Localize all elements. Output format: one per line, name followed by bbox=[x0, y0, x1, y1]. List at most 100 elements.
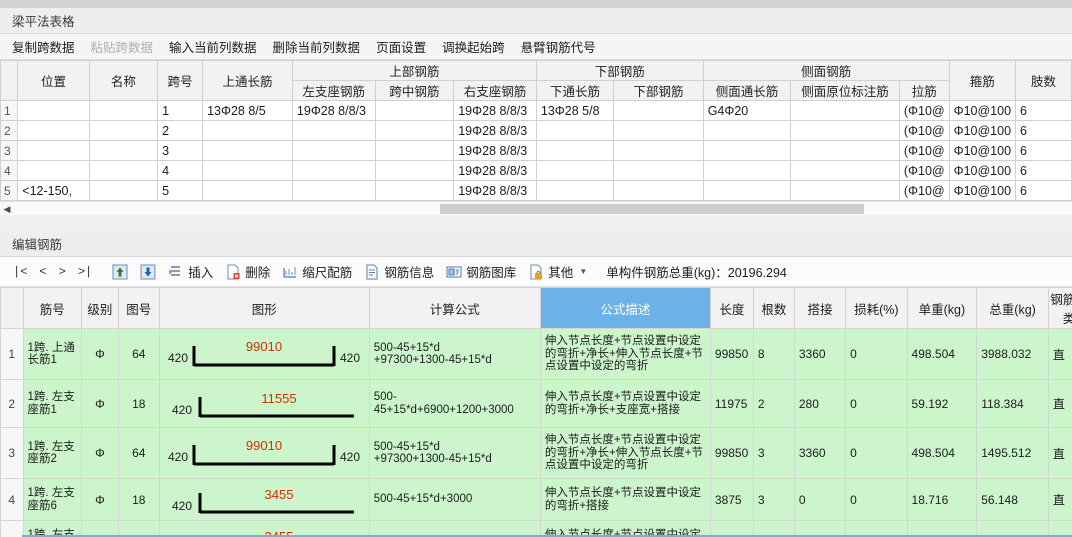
rebar-shape-diagram[interactable]: 420 11555 bbox=[158, 379, 370, 428]
beam-cell-名称[interactable] bbox=[88, 100, 159, 121]
beam-cell-跨号[interactable]: 5 bbox=[157, 180, 204, 201]
rebar-cell-计算公式[interactable]: 500-45+15*d+3000 bbox=[368, 478, 541, 521]
beam-cell-肢数[interactable]: 6 bbox=[1015, 180, 1072, 201]
nav-button-1[interactable]: < bbox=[34, 263, 51, 281]
rebar-cell-钢筋归类[interactable]: 直 bbox=[1047, 328, 1072, 380]
rebar-cell-总重(kg)[interactable]: 56.148 bbox=[976, 478, 1049, 521]
rebar-cell-单重(kg)[interactable]: 498.504 bbox=[906, 328, 978, 380]
toolbar-button-缩尺配筋[interactable]: 缩尺配筋 bbox=[277, 260, 357, 283]
beam-cell-箍筋[interactable]: Φ10@100 bbox=[948, 100, 1017, 121]
beam-cell-下通长筋[interactable] bbox=[535, 180, 615, 201]
beam-row-number[interactable]: 1 bbox=[0, 100, 19, 121]
rebar-cell-计算公式[interactable]: 500-45+15*d+6900+1200+3000 bbox=[368, 379, 541, 428]
toolbar-button-删除[interactable]: 删除 bbox=[220, 260, 275, 283]
beam-cell-侧面原位标注筋[interactable] bbox=[790, 180, 900, 201]
rebar-shape-diagram[interactable]: 420 420 99010 bbox=[158, 328, 370, 380]
beam-cell-肢数[interactable]: 6 bbox=[1015, 160, 1072, 181]
scroll-left-arrow-icon[interactable]: ◀ bbox=[1, 203, 13, 215]
beam-cell-肢数[interactable]: 6 bbox=[1015, 140, 1072, 161]
beam-col-header-下部钢筋[interactable]: 下部钢筋 bbox=[613, 80, 704, 101]
beam-cell-拉筋[interactable]: (Φ10@ bbox=[898, 180, 950, 201]
beam-cell-下部钢筋[interactable] bbox=[613, 160, 704, 181]
toolbar-button-插入[interactable]: 插入 bbox=[163, 260, 218, 283]
beam-col-header-跨号[interactable]: 跨号 bbox=[157, 60, 204, 101]
beam-cell-拉筋[interactable]: (Φ10@ bbox=[898, 160, 950, 181]
beam-col-header-左支座钢筋[interactable]: 左支座钢筋 bbox=[291, 80, 376, 101]
toolbar-button-钢筋信息[interactable]: 钢筋信息 bbox=[359, 260, 439, 283]
beam-cell-侧面通长筋[interactable] bbox=[702, 140, 792, 161]
beam-col-header-上通长筋[interactable]: 上通长筋 bbox=[202, 60, 293, 101]
rebar-cell-钢筋归类[interactable]: 直 bbox=[1047, 427, 1072, 479]
beam-cell-肢数[interactable]: 6 bbox=[1015, 100, 1072, 121]
rebar-table-row[interactable]: 4 1跨. 左支座筋6 Φ 18 420 3455 500-45+15*d+3000 伸入节点… bbox=[0, 478, 1072, 521]
rebar-cell-筋号[interactable]: 1跨. 上通长筋1 bbox=[22, 328, 82, 380]
rebar-cell-损耗(%)[interactable]: 0 bbox=[845, 478, 908, 521]
beam-table-row[interactable]: 2 2 19Φ28 8/8/3 (Φ10@ Φ10@100 6 bbox=[0, 120, 1072, 141]
beam-cell-右支座钢筋[interactable]: 19Φ28 8/8/3 bbox=[453, 100, 537, 121]
beam-cell-侧面通长筋[interactable] bbox=[702, 160, 792, 181]
beam-col-header-名称[interactable]: 名称 bbox=[88, 60, 159, 101]
rebar-cell-单重(kg)[interactable]: 18.716 bbox=[906, 478, 978, 521]
beam-row-number[interactable]: 3 bbox=[0, 140, 19, 161]
beam-cell-下通长筋[interactable] bbox=[535, 120, 615, 141]
beam-cell-下通长筋[interactable]: 13Φ28 5/8 bbox=[535, 100, 615, 121]
beam-cell-右支座钢筋[interactable]: 19Φ28 8/8/3 bbox=[453, 160, 537, 181]
beam-cell-跨号[interactable]: 1 bbox=[157, 100, 204, 121]
beam-cell-箍筋[interactable]: Φ10@100 bbox=[948, 180, 1017, 201]
beam-row-number[interactable]: 4 bbox=[0, 160, 19, 181]
rebar-cell-图号[interactable]: 18 bbox=[117, 478, 160, 521]
rebar-row-number[interactable]: 2 bbox=[0, 379, 24, 428]
rebar-col-header-公式描述[interactable]: 公式描述 bbox=[539, 287, 711, 329]
rebar-shape-diagram[interactable]: 420 420 99010 bbox=[158, 427, 370, 479]
rebar-toolbar[interactable]: |< < > >| 插入 删除 缩尺配筋 钢筋信息 钢筋图库 其他 ▼ 单构件钢筋总重(kg)：201… bbox=[0, 257, 1072, 287]
rebar-cell-图号[interactable]: 64 bbox=[117, 427, 160, 479]
rebar-cell-级别[interactable]: Φ bbox=[80, 478, 119, 521]
beam-cell-跨中钢筋[interactable] bbox=[374, 140, 455, 161]
nav-button-3[interactable]: >| bbox=[73, 263, 97, 281]
rebar-table-row[interactable]: 2 1跨. 左支座筋1 Φ 18 420 11555 500-45+15*d+6900+12… bbox=[0, 379, 1072, 428]
beam-menu-item-5[interactable]: 调换起始跨 bbox=[434, 34, 513, 59]
rebar-col-header-图形[interactable]: 图形 bbox=[158, 287, 370, 329]
rebar-col-header-总重(kg)[interactable]: 总重(kg) bbox=[976, 287, 1049, 329]
beam-cell-肢数[interactable]: 6 bbox=[1015, 120, 1072, 141]
beam-cell-下部钢筋[interactable] bbox=[613, 100, 704, 121]
rebar-cell-级别[interactable]: Φ bbox=[80, 328, 119, 380]
beam-table-row[interactable]: 1 1 13Φ28 8/5 19Φ28 8/8/3 19Φ28 8/8/3 13Φ28 5… bbox=[0, 100, 1072, 121]
beam-cell-侧面原位标注筋[interactable] bbox=[790, 100, 900, 121]
rebar-cell-公式描述[interactable]: 伸入节点长度+节点设置中设定的弯折+净长+伸入节点长度+节点设置中设定的弯折 bbox=[539, 328, 711, 380]
beam-cell-侧面通长筋[interactable] bbox=[702, 120, 792, 141]
rebar-cell-损耗(%)[interactable]: 0 bbox=[845, 379, 908, 428]
rebar-col-header-级别[interactable]: 级别 bbox=[80, 287, 119, 329]
rebar-cell-总重(kg)[interactable]: 1495.512 bbox=[976, 427, 1049, 479]
hscroll-thumb[interactable] bbox=[440, 204, 864, 214]
rebar-cell-损耗(%)[interactable]: 0 bbox=[845, 427, 908, 479]
rebar-cell-搭接[interactable]: 3360 bbox=[793, 328, 847, 380]
rebar-col-header-根数[interactable]: 根数 bbox=[752, 287, 795, 329]
rebar-cell-单重(kg)[interactable]: 59.192 bbox=[906, 379, 978, 428]
beam-cell-左支座钢筋[interactable] bbox=[291, 140, 376, 161]
beam-cell-左支座钢筋[interactable] bbox=[291, 160, 376, 181]
beam-cell-右支座钢筋[interactable]: 19Φ28 8/8/3 bbox=[453, 140, 537, 161]
beam-cell-箍筋[interactable]: Φ10@100 bbox=[948, 120, 1017, 141]
beam-grid[interactable]: 位置 名称 跨号 上通长筋 上部钢筋 下部钢筋 侧面钢筋 箍筋 肢数 左支座钢筋 跨中钢筋 右支座钢筋… bbox=[0, 60, 1072, 201]
beam-cell-上通长筋[interactable] bbox=[202, 140, 293, 161]
rebar-cell-图号[interactable]: 64 bbox=[117, 328, 160, 380]
beam-cell-名称[interactable] bbox=[88, 160, 159, 181]
beam-col-header-右支座钢筋[interactable]: 右支座钢筋 bbox=[453, 80, 537, 101]
beam-cell-右支座钢筋[interactable]: 19Φ28 8/8/3 bbox=[453, 120, 537, 141]
rebar-cell-搭接[interactable]: 0 bbox=[793, 478, 847, 521]
rebar-cell-根数[interactable]: 2 bbox=[752, 379, 795, 428]
rebar-row-number[interactable]: 3 bbox=[0, 427, 24, 479]
rebar-cell-钢筋归类[interactable]: 直 bbox=[1047, 478, 1072, 521]
rebar-cell-根数[interactable]: 8 bbox=[752, 328, 795, 380]
beam-cell-上通长筋[interactable] bbox=[202, 160, 293, 181]
rebar-col-header-单重(kg)[interactable]: 单重(kg) bbox=[906, 287, 978, 329]
beam-cell-位置[interactable] bbox=[17, 140, 90, 161]
rebar-cell-筋号[interactable]: 1跨. 左支座筋2 bbox=[22, 427, 82, 479]
rebar-cell-长度[interactable]: 11975 bbox=[709, 379, 754, 428]
beam-cell-位置[interactable] bbox=[17, 120, 90, 141]
rebar-cell-长度[interactable]: 99850 bbox=[709, 427, 754, 479]
beam-cell-拉筋[interactable]: (Φ10@ bbox=[898, 100, 950, 121]
beam-col-header-下通长筋[interactable]: 下通长筋 bbox=[535, 80, 615, 101]
rebar-cell-长度[interactable]: 3875 bbox=[709, 478, 754, 521]
